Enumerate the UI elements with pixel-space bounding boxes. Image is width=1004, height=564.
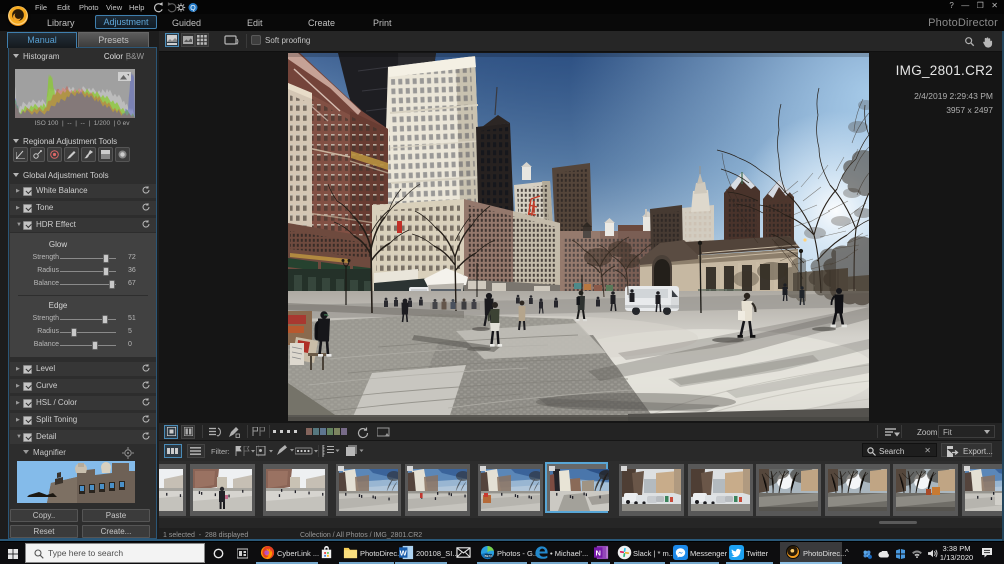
svg-text:BETA: BETA (485, 554, 493, 558)
svg-text:N: N (596, 548, 601, 557)
svg-text:Q: Q (190, 5, 196, 12)
svg-text:W: W (400, 548, 408, 557)
